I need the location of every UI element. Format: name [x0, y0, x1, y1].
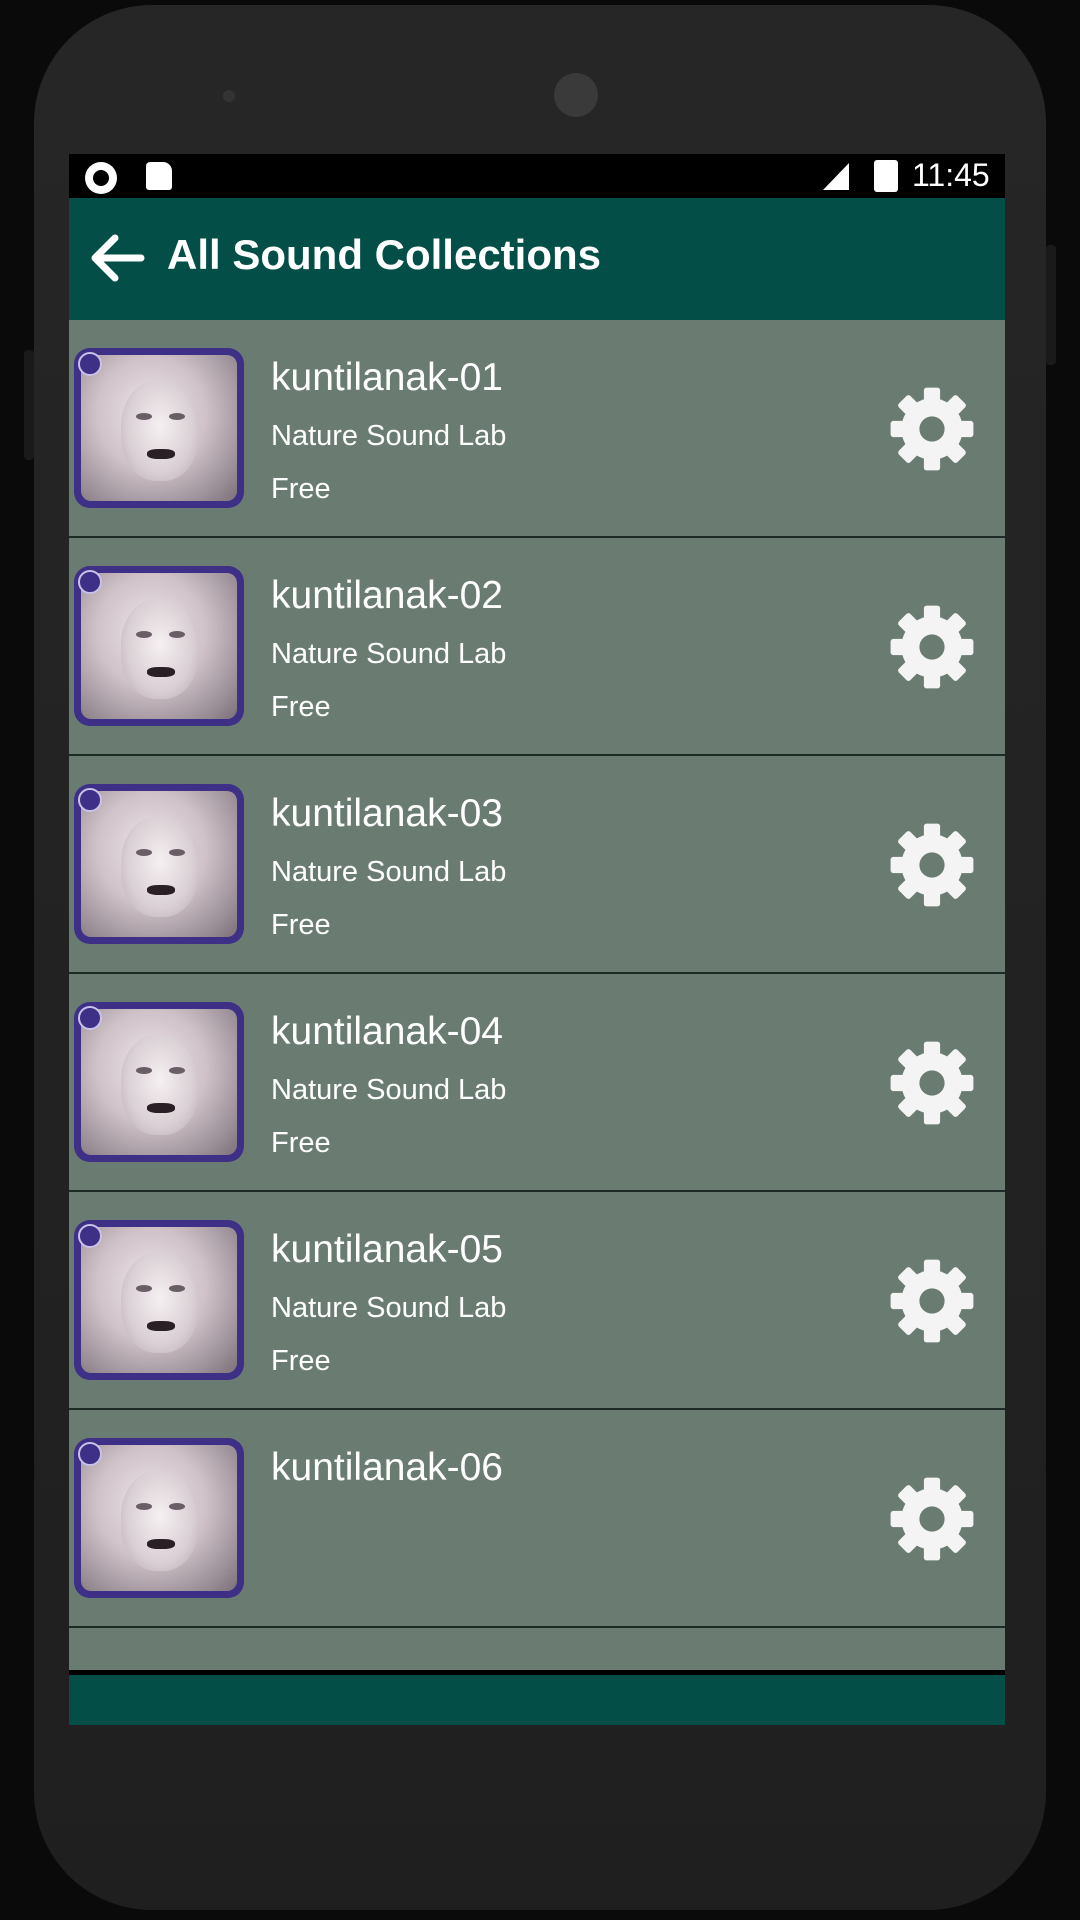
camera-dot-icon	[85, 162, 117, 194]
sound-list: kuntilanak-01 Nature Sound Lab Free kunt…	[69, 320, 1005, 1670]
list-item[interactable]: kuntilanak-04 Nature Sound Lab Free	[69, 974, 1005, 1192]
bottom-banner-area	[69, 1675, 1005, 1725]
sound-thumbnail	[74, 348, 244, 508]
sound-author: Nature Sound Lab	[271, 1292, 507, 1324]
arrow-left-icon[interactable]	[89, 230, 145, 286]
sound-author: Nature Sound Lab	[271, 1074, 507, 1106]
app-badge-icon	[78, 788, 102, 812]
gear-icon[interactable]	[887, 820, 977, 910]
app-badge-icon	[78, 1442, 102, 1466]
app-bar: All Sound Collections	[69, 198, 1005, 322]
gear-icon[interactable]	[887, 1038, 977, 1128]
gear-icon[interactable]	[887, 1256, 977, 1346]
sound-name: kuntilanak-05	[271, 1228, 503, 1271]
front-camera	[223, 90, 235, 102]
list-item[interactable]: kuntilanak-02 Nature Sound Lab Free	[69, 538, 1005, 756]
status-time: 11:45	[912, 157, 990, 193]
sound-name: kuntilanak-06	[271, 1446, 503, 1489]
sound-price: Free	[271, 1345, 331, 1377]
sound-thumbnail	[74, 1438, 244, 1598]
app-badge-icon	[78, 1224, 102, 1248]
list-item[interactable]: kuntilanak-05 Nature Sound Lab Free	[69, 1192, 1005, 1410]
page-title: All Sound Collections	[167, 231, 602, 278]
sound-price: Free	[271, 909, 331, 941]
phone-screen: 11:45 All Sound Collections kuntilanak-0…	[69, 154, 1005, 1725]
sound-thumbnail	[74, 566, 244, 726]
sound-author: Nature Sound Lab	[271, 420, 507, 452]
sound-price: Free	[271, 473, 331, 505]
app-badge-icon	[78, 352, 102, 376]
sound-thumbnail	[74, 1002, 244, 1162]
sound-price: Free	[271, 1127, 331, 1159]
app-badge-icon	[78, 1006, 102, 1030]
sound-name: kuntilanak-01	[271, 356, 503, 399]
gear-icon[interactable]	[887, 602, 977, 692]
list-item[interactable]: kuntilanak-06	[69, 1410, 1005, 1628]
volume-button	[1046, 245, 1056, 365]
list-item[interactable]: kuntilanak-03 Nature Sound Lab Free	[69, 756, 1005, 974]
list-item[interactable]: kuntilanak-01 Nature Sound Lab Free	[69, 320, 1005, 538]
no-signal-icon	[823, 163, 849, 190]
sound-name: kuntilanak-04	[271, 1010, 503, 1053]
sound-name: kuntilanak-03	[271, 792, 503, 835]
power-button	[24, 350, 34, 460]
sound-author: Nature Sound Lab	[271, 638, 507, 670]
sd-card-icon	[146, 162, 172, 190]
sound-name: kuntilanak-02	[271, 574, 503, 617]
app-badge-icon	[78, 570, 102, 594]
status-bar: 11:45	[69, 154, 1005, 198]
battery-charging-icon	[874, 160, 898, 192]
sound-author: Nature Sound Lab	[271, 856, 507, 888]
sound-thumbnail	[74, 1220, 244, 1380]
sound-price: Free	[271, 691, 331, 723]
earpiece	[554, 73, 598, 117]
gear-icon[interactable]	[887, 1474, 977, 1564]
sound-thumbnail	[74, 784, 244, 944]
gear-icon[interactable]	[887, 384, 977, 474]
